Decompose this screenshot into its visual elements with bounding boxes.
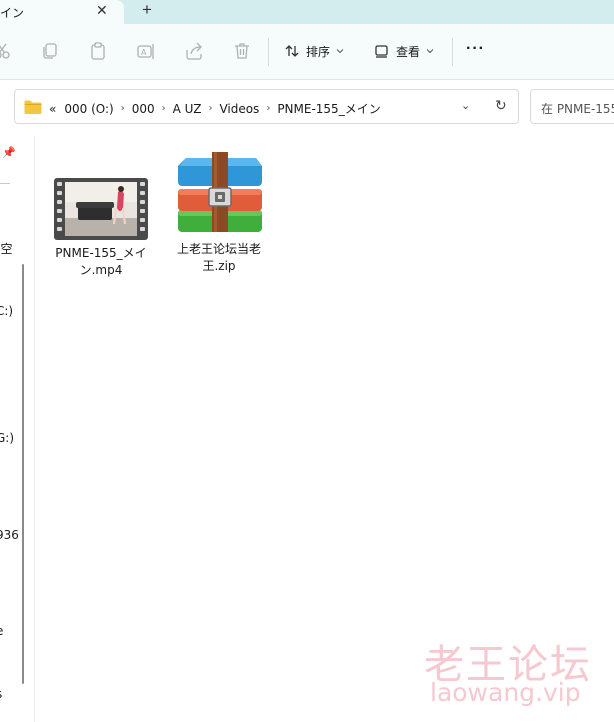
breadcrumb: « 000 (O:) › 000 › A UZ › Videos › PNME-… xyxy=(45,100,385,117)
breadcrumb-item[interactable]: 000 xyxy=(128,102,159,116)
breadcrumb-item[interactable]: Videos xyxy=(215,102,263,116)
chevron-right-icon[interactable]: › xyxy=(205,103,215,114)
chevron-right-icon[interactable]: › xyxy=(159,103,169,114)
video-thumbnail-icon xyxy=(54,178,148,240)
sort-icon xyxy=(285,45,299,57)
chevron-down-icon xyxy=(426,49,434,54)
nav-item[interactable]: e xyxy=(0,624,3,638)
toolbar-divider xyxy=(268,38,269,66)
view-icon xyxy=(375,45,388,58)
file-item-video[interactable]: PNME-155_メイン.mp4 xyxy=(53,178,149,279)
nav-item-drive-g[interactable]: G:) xyxy=(0,431,14,445)
file-name: 上老王论坛当老王.zip xyxy=(176,242,261,273)
address-row: « 000 (O:) › 000 › A UZ › Videos › PNME-… xyxy=(0,80,614,136)
tab-strip: イン ✕ + xyxy=(0,0,614,24)
address-bar[interactable]: « 000 (O:) › 000 › A UZ › Videos › PNME-… xyxy=(14,89,519,124)
close-icon[interactable]: ✕ xyxy=(96,1,108,19)
breadcrumb-item[interactable]: A UZ xyxy=(169,102,206,116)
nav-scrollbar[interactable] xyxy=(22,264,24,684)
paste-icon[interactable] xyxy=(88,41,108,61)
view-label: 查看 xyxy=(396,44,421,59)
watermark-latin: laowang.vip xyxy=(430,678,581,707)
copy-icon[interactable] xyxy=(40,41,60,61)
more-options-icon[interactable]: ··· xyxy=(466,40,485,58)
chevron-right-icon[interactable]: › xyxy=(263,103,273,114)
file-name: PNME-155_メイン.mp4 xyxy=(55,246,147,277)
search-input[interactable]: 在 PNME-155 xyxy=(530,89,614,124)
file-item-zip[interactable]: 上老王论坛当老王.zip xyxy=(171,150,267,275)
rename-icon[interactable]: A xyxy=(136,41,156,61)
svg-text:A: A xyxy=(141,48,147,57)
nav-item[interactable]: ɛ空 xyxy=(0,240,13,257)
nav-item-drive-c[interactable]: C:) xyxy=(0,304,13,318)
chevron-right-icon[interactable]: › xyxy=(118,103,128,114)
navigation-pane: 📌 ɛ空 C:) G:) 936 e s xyxy=(0,136,32,722)
pin-icon[interactable]: 📌 xyxy=(2,146,16,159)
cut-icon[interactable] xyxy=(0,41,12,61)
tab-title: イン xyxy=(0,6,25,20)
breadcrumb-overflow[interactable]: « xyxy=(45,102,60,116)
zip-archive-icon xyxy=(178,152,262,232)
delete-icon[interactable] xyxy=(232,41,252,61)
command-bar: A 排序 查看 ··· xyxy=(0,24,614,80)
breadcrumb-item[interactable]: 000 (O:) xyxy=(60,102,117,116)
toolbar-divider xyxy=(452,38,453,66)
nav-divider xyxy=(0,183,10,184)
nav-item[interactable]: 936 xyxy=(0,528,19,542)
tab-current[interactable]: イン ✕ xyxy=(0,0,124,24)
sort-label: 排序 xyxy=(306,44,331,59)
share-icon[interactable] xyxy=(184,41,204,61)
sort-button[interactable]: 排序 xyxy=(284,39,344,63)
address-dropdown-icon[interactable]: ⌄ xyxy=(461,99,470,112)
folder-icon xyxy=(24,100,42,114)
search-placeholder: 在 PNME-155 xyxy=(541,102,614,116)
nav-item[interactable]: s xyxy=(0,687,2,701)
breadcrumb-item[interactable]: PNME-155_メイン xyxy=(273,100,384,117)
chevron-down-icon xyxy=(336,49,344,54)
refresh-icon[interactable]: ↻ xyxy=(495,97,507,114)
view-button[interactable]: 查看 xyxy=(374,39,434,63)
new-tab-icon[interactable]: + xyxy=(142,0,152,20)
